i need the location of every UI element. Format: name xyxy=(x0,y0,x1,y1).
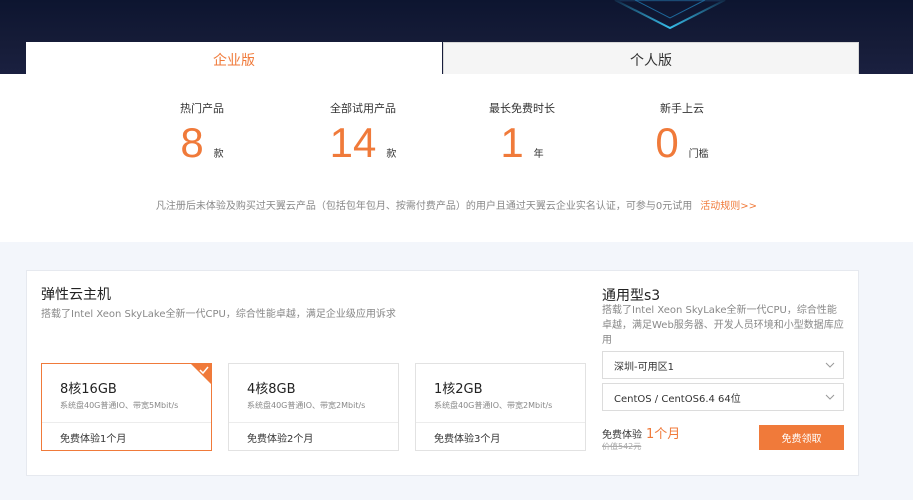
divider xyxy=(416,422,585,423)
detail-description: 搭载了Intel Xeon SkyLake全新一代CPU，综合性能卓越，满足We… xyxy=(602,305,844,346)
tab-enterprise-label: 企业版 xyxy=(213,52,255,69)
stats-panel: 热门产品 8 款 全部试用产品 14 款 最长免费时长 1 年 新手上云 0 门… xyxy=(0,74,913,242)
plan-option-4c8g[interactable]: 4核8GB 系统盘40G普通IO、带宽2Mbit/s 免费体验2个月 xyxy=(228,363,399,451)
tab-personal[interactable]: 个人版 xyxy=(443,42,859,77)
plan-name: 4核8GB xyxy=(247,382,296,397)
stat-longest-free-duration: 最长免费时长 1 年 xyxy=(452,100,592,166)
banner-graphic xyxy=(614,0,726,30)
chevron-down-icon xyxy=(825,362,835,368)
stat-hot-products: 热门产品 8 款 xyxy=(132,100,272,166)
stat-unit: 款 xyxy=(213,149,224,160)
divider xyxy=(229,422,398,423)
plan-name: 1核2GB xyxy=(434,382,483,397)
check-icon xyxy=(190,363,212,385)
region-select[interactable]: 深圳-可用区1 xyxy=(602,351,844,379)
free-label: 免费体验 xyxy=(602,430,642,441)
stat-unit: 款 xyxy=(386,149,397,160)
stat-value: 8 xyxy=(180,119,204,166)
stat-value: 1 xyxy=(500,119,524,166)
detail-title: 通用型s3 xyxy=(602,288,661,304)
product-card: 弹性云主机 搭载了Intel Xeon SkyLake全新一代CPU，综合性能卓… xyxy=(26,270,859,476)
stat-unit: 年 xyxy=(533,149,544,160)
plan-detail-panel: 通用型s3 搭载了Intel Xeon SkyLake全新一代CPU，综合性能卓… xyxy=(602,271,860,477)
plan-spec: 系统盘40G普通IO、带宽2Mbit/s xyxy=(434,401,553,410)
divider xyxy=(42,422,211,423)
os-select[interactable]: CentOS / CentOS6.4 64位 xyxy=(602,383,844,411)
plan-option-8c16g[interactable]: 8核16GB 系统盘40G普通IO、带宽5Mbit/s 免费体验1个月 xyxy=(41,363,212,451)
product-title: 弹性云主机 xyxy=(41,287,111,303)
stat-title: 热门产品 xyxy=(180,102,224,115)
stat-all-trial-products: 全部试用产品 14 款 xyxy=(293,100,433,166)
stat-newbie-threshold: 新手上云 0 门槛 xyxy=(612,100,752,166)
os-value: CentOS / CentOS6.4 64位 xyxy=(614,393,741,405)
tab-personal-label: 个人版 xyxy=(630,52,672,69)
plan-name: 8核16GB xyxy=(60,382,117,397)
eligibility-notice: 凡注册后未体验及购买过天翼云产品（包括包年包月、按需付费产品）的用户且通过天翼云… xyxy=(0,197,913,212)
chevron-down-icon xyxy=(825,394,835,400)
stat-title: 全部试用产品 xyxy=(330,102,396,115)
plan-spec: 系统盘40G普通IO、带宽2Mbit/s xyxy=(247,401,366,410)
plan-trial: 免费体验2个月 xyxy=(247,434,314,445)
stat-title: 新手上云 xyxy=(660,102,704,115)
plan-spec: 系统盘40G普通IO、带宽5Mbit/s xyxy=(60,401,179,410)
activity-rules-link[interactable]: 活动规则>> xyxy=(700,201,757,212)
plan-trial: 免费体验3个月 xyxy=(434,434,501,445)
plan-trial: 免费体验1个月 xyxy=(60,434,127,445)
notice-text: 凡注册后未体验及购买过天翼云产品（包括包年包月、按需付费产品）的用户且通过天翼云… xyxy=(155,201,693,212)
stat-value: 14 xyxy=(329,119,377,166)
stat-unit: 门槛 xyxy=(688,149,709,160)
tab-enterprise[interactable]: 企业版 xyxy=(26,42,442,77)
original-price: 价值542元 xyxy=(602,442,642,451)
region-value: 深圳-可用区1 xyxy=(614,361,674,373)
plan-option-1c2g[interactable]: 1核2GB 系统盘40G普通IO、带宽2Mbit/s 免费体验3个月 xyxy=(415,363,586,451)
stat-title: 最长免费时长 xyxy=(489,102,555,115)
claim-free-button[interactable]: 免费领取 xyxy=(759,425,844,450)
free-trial-info: 免费体验 1个月 xyxy=(602,423,680,442)
product-description: 搭载了Intel Xeon SkyLake全新一代CPU，综合性能卓越，满足企业… xyxy=(41,309,396,320)
free-duration: 1个月 xyxy=(646,427,681,442)
stat-value: 0 xyxy=(655,119,679,166)
